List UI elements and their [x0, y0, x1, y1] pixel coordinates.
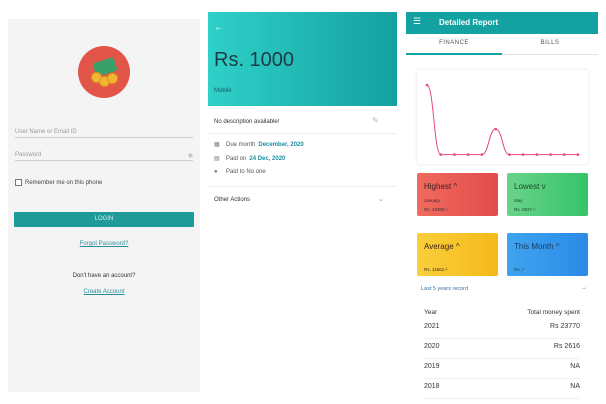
money-logo-icon: [78, 46, 130, 98]
person-icon: ●: [214, 169, 218, 175]
login-screen: User Name or Email ID Password ◉ Remembe…: [8, 19, 200, 392]
row-total: NA: [570, 383, 580, 390]
detailed-report-screen: ☰ Detailed Report FINANCE BILLS Highest …: [406, 12, 598, 404]
tab-finance[interactable]: FINANCE: [406, 40, 502, 46]
this-month-value: Rs. /-: [514, 267, 525, 272]
highest-value: Rs. 10300 /-: [424, 207, 449, 212]
highest-card[interactable]: Highest ^ January Rs. 10300 /-: [417, 173, 498, 216]
table-row: 2020 Rs 2616: [424, 339, 580, 359]
average-value: Rs. 11862 /-: [424, 267, 449, 272]
arrow-right-icon[interactable]: →: [581, 285, 587, 291]
data-point[interactable]: [466, 153, 470, 156]
remember-checkbox[interactable]: [15, 179, 22, 186]
tab-bar: FINANCE BILLS: [406, 34, 598, 55]
row-year: 2018: [424, 383, 440, 390]
average-title: Average ^: [424, 242, 460, 251]
description-text: No description available!: [214, 119, 280, 125]
yearly-table: Year Total money spent 2021 Rs 23770 202…: [424, 305, 580, 399]
average-card[interactable]: Average ^ Rs. 11862 /-: [417, 233, 498, 276]
row-year: 2021: [424, 323, 440, 330]
remember-label: Remember me on this phone: [25, 179, 103, 186]
last-5-years-link[interactable]: Last 5 years record: [421, 286, 468, 292]
create-account-link[interactable]: Create Account: [8, 289, 200, 295]
paid-value: 24 Dec, 2020: [249, 155, 286, 162]
paid-label: Paid on: [226, 155, 247, 162]
page-title: Detailed Report: [439, 18, 499, 27]
remember-me[interactable]: Remember me on this phone: [15, 179, 102, 186]
row-total: Rs 23770: [550, 323, 580, 330]
due-value: December, 2020: [258, 141, 304, 148]
calendar-check-icon: ▤: [214, 156, 220, 162]
tab-bills[interactable]: BILLS: [502, 40, 598, 46]
data-point[interactable]: [521, 153, 525, 156]
edit-icon[interactable]: ✎: [372, 116, 379, 125]
this-month-title: This Month ^: [514, 242, 560, 251]
highest-month: January: [424, 198, 441, 203]
spending-chart: [417, 70, 588, 164]
data-point[interactable]: [494, 127, 497, 131]
row-year: 2020: [424, 343, 440, 350]
password-field[interactable]: Password ◉: [15, 152, 193, 161]
lowest-card[interactable]: Lowest v May Rs. 0837 /-: [507, 173, 588, 216]
header-year: Year: [424, 309, 438, 316]
login-button[interactable]: LOGIN: [14, 212, 194, 227]
table-row: 2018 NA: [424, 379, 580, 399]
app-bar: ☰ Detailed Report: [406, 12, 598, 34]
detail-header: ← Rs. 1000 Mobile: [208, 12, 397, 106]
username-field[interactable]: User Name or Email ID: [15, 129, 193, 138]
data-point[interactable]: [535, 153, 539, 156]
no-account-text: Don't have an account?: [72, 273, 136, 279]
eye-icon[interactable]: ◉: [188, 152, 193, 159]
username-placeholder: User Name or Email ID: [15, 129, 77, 135]
lowest-value: Rs. 0837 /-: [514, 207, 537, 212]
category-text: Mobile: [214, 88, 232, 94]
calendar-icon: ▦: [214, 142, 220, 148]
table-row: 2019 NA: [424, 359, 580, 379]
lowest-month: May: [514, 198, 523, 203]
table-header: Year Total money spent: [424, 305, 580, 319]
data-point[interactable]: [508, 153, 511, 156]
menu-icon[interactable]: ☰: [413, 16, 421, 27]
data-point[interactable]: [439, 153, 443, 156]
back-arrow-icon[interactable]: ←: [214, 22, 224, 33]
active-tab-indicator: [406, 53, 502, 55]
series-line: [426, 84, 578, 156]
paid-on-row: ▤ Paid on 24 Dec, 2020: [214, 155, 286, 163]
divider: [208, 186, 397, 187]
forgot-password-link[interactable]: Forgot Password?: [8, 241, 200, 247]
lowest-title: Lowest v: [514, 182, 546, 191]
data-point[interactable]: [576, 153, 580, 156]
due-month-row: ▦ Due month December, 2020: [214, 141, 304, 149]
data-point[interactable]: [425, 83, 429, 87]
row-year: 2019: [424, 363, 440, 370]
table-row: 2021 Rs 23770: [424, 319, 580, 339]
line-chart: [425, 83, 580, 156]
amount-text: Rs. 1000: [214, 49, 295, 71]
paid-to-text: Paid to No one: [226, 169, 266, 175]
row-total: NA: [570, 363, 580, 370]
data-point[interactable]: [562, 153, 566, 156]
password-placeholder: Password: [15, 152, 42, 158]
data-point[interactable]: [480, 153, 484, 156]
chevron-down-icon[interactable]: ⌄: [378, 195, 384, 203]
highest-title: Highest ^: [424, 182, 458, 191]
due-label: Due month: [226, 141, 256, 148]
row-total: Rs 2616: [553, 343, 580, 350]
divider: [208, 133, 397, 134]
paid-to-row: ● Paid to No one: [214, 169, 266, 175]
data-point[interactable]: [453, 153, 456, 156]
transaction-detail-screen: ← Rs. 1000 Mobile No description availab…: [208, 12, 397, 404]
this-month-card[interactable]: This Month ^ Rs. /-: [507, 233, 588, 276]
other-actions-toggle[interactable]: Other Actions: [214, 197, 250, 203]
header-total: Total money spent: [527, 309, 580, 316]
data-point[interactable]: [549, 153, 552, 156]
